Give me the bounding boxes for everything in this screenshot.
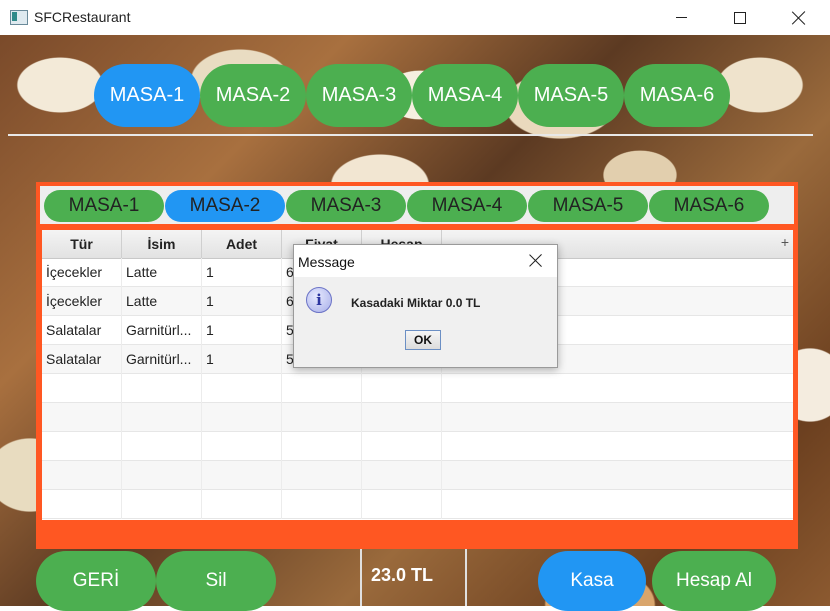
panel-tab-masa-1[interactable]: MASA-1 xyxy=(44,190,164,222)
panel-tab-masa-4[interactable]: MASA-4 xyxy=(407,190,527,222)
top-tab-masa-2[interactable]: MASA-2 xyxy=(200,64,306,127)
separator-line xyxy=(8,134,813,136)
panel-tab-masa-6[interactable]: MASA-6 xyxy=(649,190,769,222)
empty-row xyxy=(42,403,793,432)
top-tab-masa-4[interactable]: MASA-4 xyxy=(412,64,518,127)
cell-tur: İçecekler xyxy=(42,258,122,287)
delete-button[interactable]: Sil xyxy=(156,551,276,611)
cash-button[interactable]: Kasa xyxy=(538,551,646,611)
dialog-message: Kasadaki Miktar 0.0 TL xyxy=(351,296,481,310)
cell-tur: Salatalar xyxy=(42,316,122,345)
minimize-icon xyxy=(675,17,687,18)
cell-isim: Garnitürl... xyxy=(122,316,202,345)
dialog-close-icon[interactable] xyxy=(529,254,543,268)
app-icon xyxy=(10,10,28,25)
maximize-button[interactable] xyxy=(717,0,763,35)
back-button[interactable]: GERİ xyxy=(36,551,156,611)
cell-adet: 1 xyxy=(202,287,282,316)
close-icon xyxy=(792,11,806,25)
total-box: 23.0 TL xyxy=(360,549,467,606)
cell-isim: Latte xyxy=(122,258,202,287)
panel-tab-strip: MASA-1 MASA-2 MASA-3 MASA-4 MASA-5 MASA-… xyxy=(40,186,794,224)
top-tab-masa-6[interactable]: MASA-6 xyxy=(624,64,730,127)
panel-tab-masa-2[interactable]: MASA-2 xyxy=(165,190,285,222)
take-bill-button[interactable]: Hesap Al xyxy=(652,551,776,611)
empty-row xyxy=(42,432,793,461)
total-amount: 23.0 TL xyxy=(370,565,434,585)
column-menu-icon[interactable]: + xyxy=(781,234,789,250)
ok-button[interactable]: OK xyxy=(405,330,441,350)
message-dialog: Message i Kasadaki Miktar 0.0 TL OK xyxy=(293,244,558,368)
cell-isim: Latte xyxy=(122,287,202,316)
cell-adet: 1 xyxy=(202,258,282,287)
top-tab-masa-1[interactable]: MASA-1 xyxy=(94,64,200,127)
cell-adet: 1 xyxy=(202,345,282,374)
maximize-icon xyxy=(734,11,746,24)
dialog-title: Message xyxy=(298,254,355,270)
top-tab-masa-5[interactable]: MASA-5 xyxy=(518,64,624,127)
panel-tab-masa-3[interactable]: MASA-3 xyxy=(286,190,406,222)
info-icon: i xyxy=(306,287,332,313)
column-header-adet[interactable]: Adet xyxy=(202,230,282,258)
minimize-button[interactable] xyxy=(658,0,704,35)
window-titlebar: SFCRestaurant xyxy=(0,0,830,35)
cell-tur: İçecekler xyxy=(42,287,122,316)
dialog-titlebar: Message xyxy=(294,245,557,277)
column-header-isim[interactable]: İsim xyxy=(122,230,202,258)
top-tab-masa-3[interactable]: MASA-3 xyxy=(306,64,412,127)
window-title: SFCRestaurant xyxy=(34,9,131,25)
empty-row xyxy=(42,374,793,403)
panel-tab-masa-5[interactable]: MASA-5 xyxy=(528,190,648,222)
column-header-tur[interactable]: Tür xyxy=(42,230,122,258)
empty-row xyxy=(42,461,793,490)
close-button[interactable] xyxy=(776,0,822,35)
cell-tur: Salatalar xyxy=(42,345,122,374)
cell-isim: Garnitürl... xyxy=(122,345,202,374)
empty-row xyxy=(42,490,793,519)
cell-adet: 1 xyxy=(202,316,282,345)
